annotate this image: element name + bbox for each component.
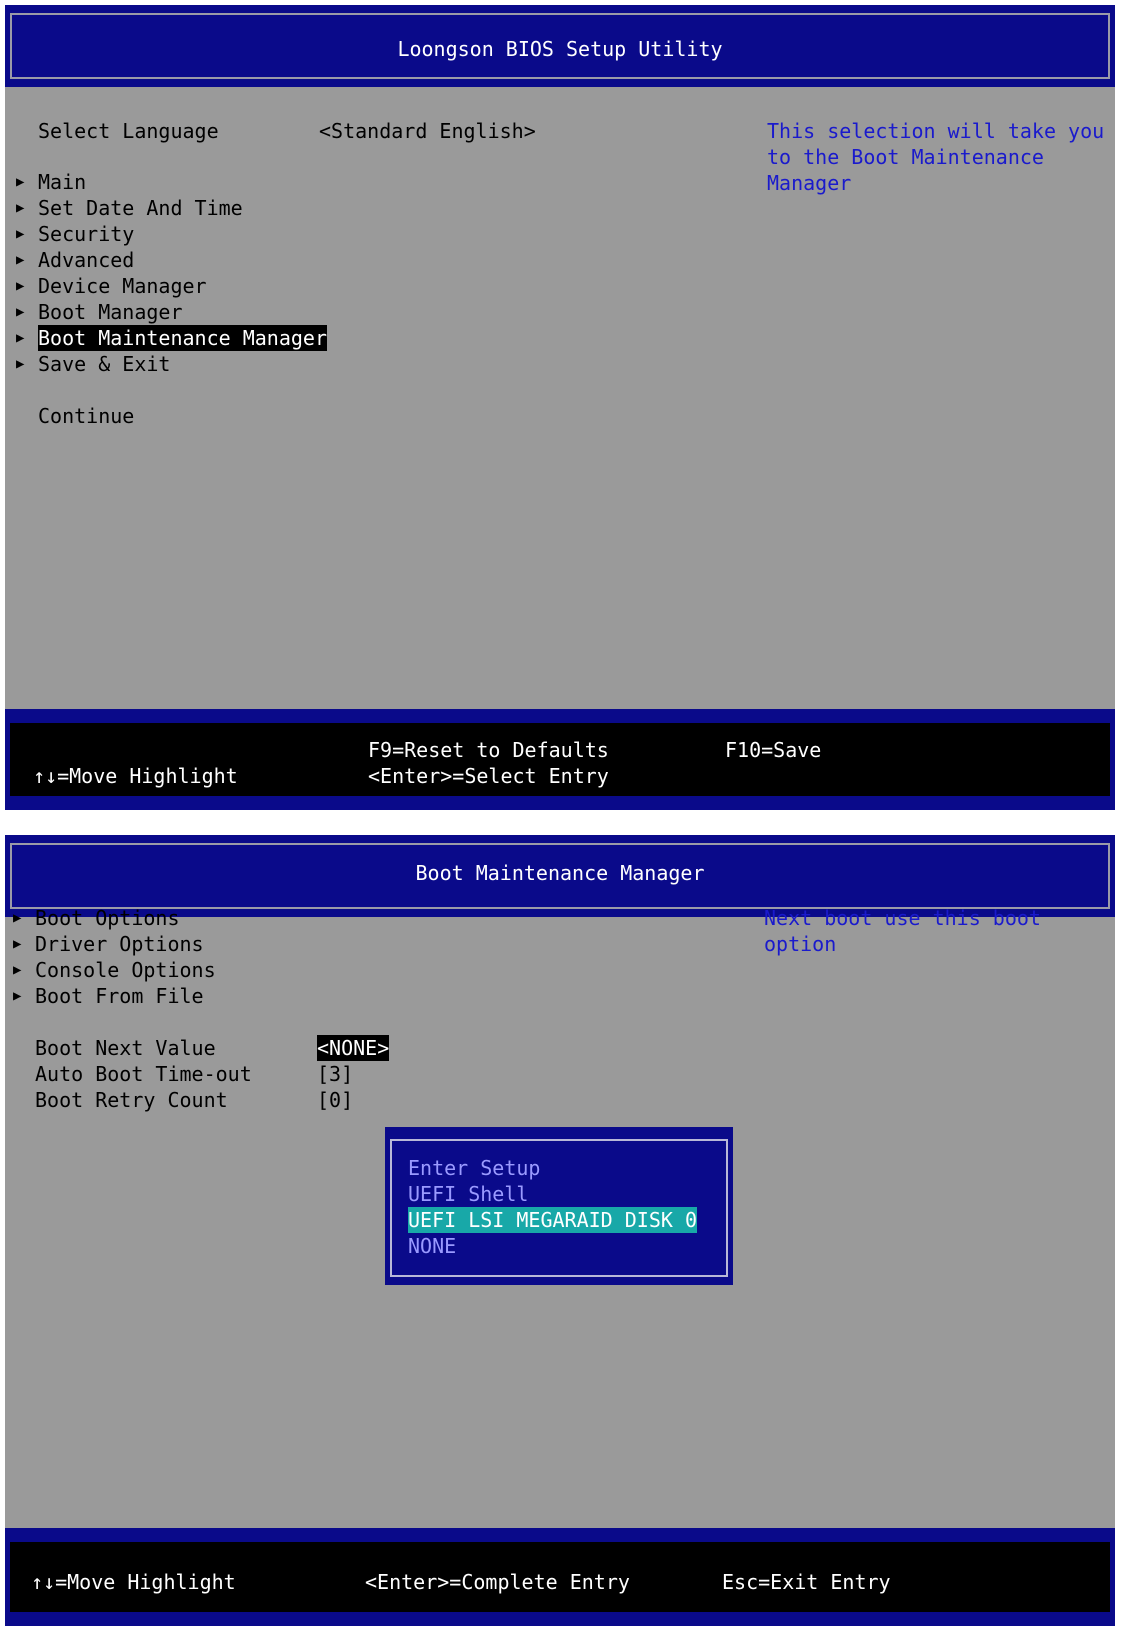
submenu-arrow-icon: ▶ xyxy=(13,988,22,1004)
submenu-arrow-icon: ▶ xyxy=(13,910,22,926)
footer-move-highlight: ↑↓=Move Highlight xyxy=(31,1570,236,1594)
footer-complete-entry: <Enter>=Complete Entry xyxy=(365,1570,630,1594)
continue-item[interactable]: Continue xyxy=(38,403,134,429)
footer-bar: ↑↓=Move Highlight F9=Reset to Defaults <… xyxy=(5,709,1115,810)
boot-next-popup: Enter Setup UEFI Shell UEFI LSI MEGARAID… xyxy=(385,1127,733,1285)
submenu-arrow-icon: ▶ xyxy=(16,174,25,190)
footer-select-entry: <Enter>=Select Entry xyxy=(368,764,609,788)
submenu-arrow-icon: ▶ xyxy=(13,936,22,952)
menu-item-save-exit[interactable]: Save & Exit xyxy=(38,351,170,377)
footer-panel: ↑↓=Move Highlight <Enter>=Complete Entry… xyxy=(10,1542,1110,1612)
footer-save: F10=Save xyxy=(725,738,822,762)
boot-next-value-field[interactable]: <NONE> xyxy=(317,1035,390,1061)
menu-item-advanced[interactable]: Advanced xyxy=(38,247,134,273)
menu-item-main[interactable]: Main xyxy=(38,169,86,195)
help-text: This selection will take you to the Boot… xyxy=(767,119,1115,195)
menu-item-boot-options[interactable]: Boot Options xyxy=(35,905,180,931)
popup-option-uefi-lsi-megaraid-disk[interactable]: UEFI LSI MEGARAID DISK 0 xyxy=(408,1207,697,1233)
popup-option-none[interactable]: NONE xyxy=(408,1233,456,1259)
help-text: Next boot use this boot option xyxy=(764,906,1053,956)
screen-title: Loongson BIOS Setup Utility xyxy=(397,37,723,61)
select-language-label: Select Language xyxy=(38,119,219,143)
boot-maintenance-screen: Boot Maintenance Manager ▶ Boot Options … xyxy=(5,835,1115,1626)
menu-item-device-manager[interactable]: Device Manager xyxy=(38,273,207,299)
submenu-arrow-icon: ▶ xyxy=(16,278,25,294)
popup-option-enter-setup[interactable]: Enter Setup xyxy=(408,1155,540,1181)
language-value[interactable]: <Standard English> xyxy=(319,118,536,144)
submenu-arrow-icon: ▶ xyxy=(16,356,25,372)
boot-next-value-label: Boot Next Value xyxy=(35,1036,216,1060)
popup-option-uefi-shell[interactable]: UEFI Shell xyxy=(408,1181,528,1207)
boot-retry-count-label: Boot Retry Count xyxy=(35,1088,228,1112)
menu-item-boot-maintenance-manager[interactable]: Boot Maintenance Manager xyxy=(38,325,327,351)
bios-main-screen: Loongson BIOS Setup Utility Select Langu… xyxy=(5,5,1115,810)
submenu-arrow-icon: ▶ xyxy=(16,226,25,242)
menu-item-driver-options[interactable]: Driver Options xyxy=(35,931,204,957)
screen-title: Boot Maintenance Manager xyxy=(415,861,705,885)
menu-item-console-options[interactable]: Console Options xyxy=(35,957,216,983)
submenu-arrow-icon: ▶ xyxy=(16,252,25,268)
menu-item-set-date-and-time[interactable]: Set Date And Time xyxy=(38,195,243,221)
footer-reset-defaults: F9=Reset to Defaults xyxy=(368,738,609,762)
footer-move-highlight: ↑↓=Move Highlight xyxy=(33,764,238,788)
submenu-arrow-icon: ▶ xyxy=(16,200,25,216)
submenu-arrow-icon: ▶ xyxy=(16,330,25,346)
menu-item-boot-from-file[interactable]: Boot From File xyxy=(35,983,204,1009)
footer-exit-entry: Esc=Exit Entry xyxy=(722,1570,891,1594)
auto-boot-timeout-field[interactable]: [3] xyxy=(317,1061,353,1087)
title-bar: Loongson BIOS Setup Utility xyxy=(5,5,1115,87)
boot-retry-count-field[interactable]: [0] xyxy=(317,1087,353,1113)
menu-item-boot-manager[interactable]: Boot Manager xyxy=(38,299,183,325)
submenu-arrow-icon: ▶ xyxy=(16,304,25,320)
menu-item-security[interactable]: Security xyxy=(38,221,134,247)
auto-boot-timeout-label: Auto Boot Time-out xyxy=(35,1062,252,1086)
footer-bar: ↑↓=Move Highlight <Enter>=Complete Entry… xyxy=(5,1528,1115,1626)
footer-panel: ↑↓=Move Highlight F9=Reset to Defaults <… xyxy=(10,723,1110,796)
submenu-arrow-icon: ▶ xyxy=(13,962,22,978)
